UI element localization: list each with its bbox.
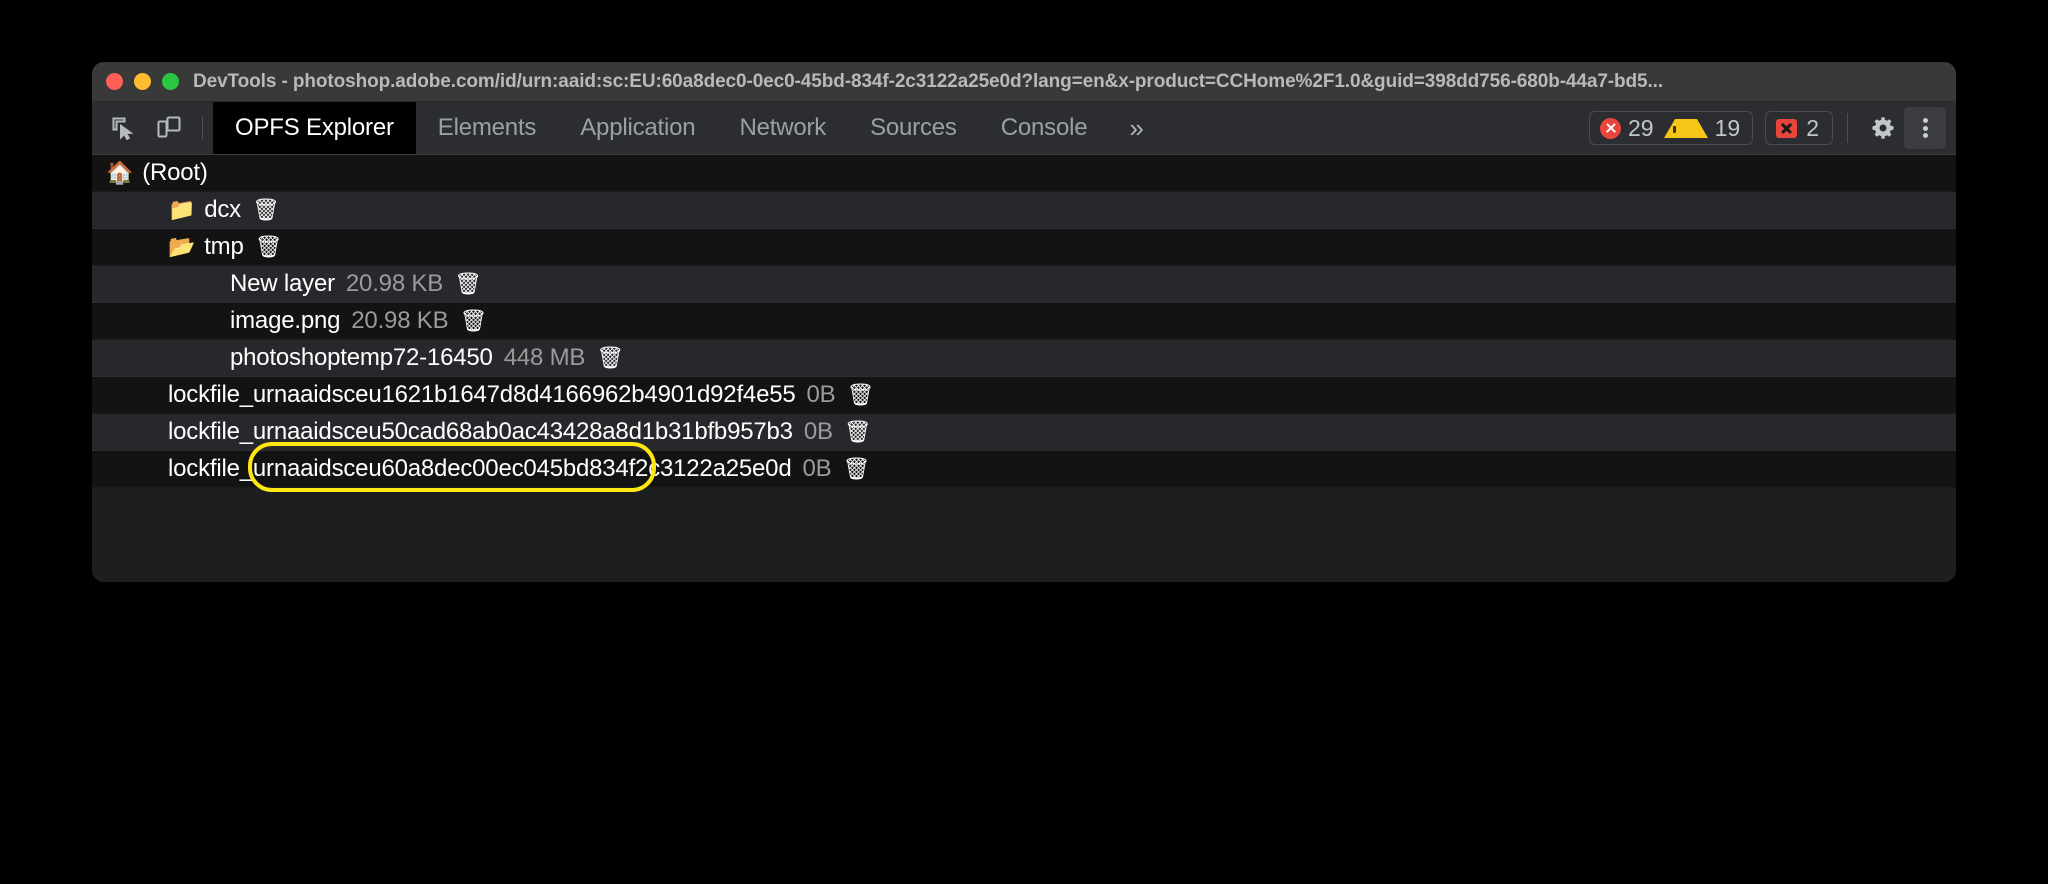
screenshot-stage: DevTools - photoshop.adobe.com/id/urn:aa… xyxy=(0,0,2048,884)
tab-application[interactable]: Application xyxy=(558,102,717,154)
warning-count: 19 xyxy=(1715,115,1741,142)
delete-icon[interactable]: 🗑 xyxy=(255,236,283,258)
devtools-window: DevTools - photoshop.adobe.com/id/urn:aa… xyxy=(92,62,1956,582)
maximize-window-button[interactable] xyxy=(162,73,179,90)
tree-row-name: image.png xyxy=(230,307,340,335)
traffic-lights xyxy=(106,73,179,90)
tab-console[interactable]: Console xyxy=(979,102,1110,154)
tab-elements[interactable]: Elements xyxy=(416,102,558,154)
kebab-dot-2 xyxy=(1923,126,1928,131)
tree-row-photoshoptemp[interactable]: photoshoptemp72-16450 448 MB 🗑 xyxy=(92,340,1956,377)
issues-square-icon xyxy=(1776,119,1797,138)
delete-icon[interactable]: 🗑 xyxy=(596,347,624,369)
delete-icon[interactable]: 🗑 xyxy=(846,384,874,406)
error-count: 29 xyxy=(1628,115,1654,142)
devtools-tabstrip: OPFS Explorer Elements Application Netwo… xyxy=(92,102,1956,155)
delete-icon[interactable]: 🗑 xyxy=(842,458,870,480)
tree-row-name: New layer xyxy=(230,270,335,298)
folder-open-icon: 📂 xyxy=(168,236,195,258)
inspect-element-icon[interactable] xyxy=(100,102,146,154)
tree-row-lockfile-1[interactable]: lockfile_urnaaidsceu1621b1647d8d4166962b… xyxy=(92,377,1956,414)
kebab-dot-1 xyxy=(1923,118,1928,123)
toolbar-divider-right xyxy=(1847,113,1848,143)
kebab-menu-icon[interactable] xyxy=(1904,107,1946,149)
tab-opfs-explorer[interactable]: OPFS Explorer xyxy=(213,102,416,154)
error-badge[interactable]: 29 xyxy=(1600,115,1654,142)
folder-icon: 📁 xyxy=(168,199,195,221)
tree-row-new-layer[interactable]: New layer 20.98 KB 🗑 xyxy=(92,266,1956,303)
issues-badge[interactable]: 2 xyxy=(1765,111,1833,145)
delete-icon[interactable]: 🗑 xyxy=(459,310,487,332)
tree-row-size: 20.98 KB xyxy=(346,270,443,298)
delete-icon[interactable]: 🗑 xyxy=(252,199,280,221)
tree-row-dcx[interactable]: 📁 dcx 🗑 xyxy=(92,192,1956,229)
issues-count: 2 xyxy=(1806,115,1819,142)
tree-row-name: lockfile_urnaaidsceu1621b1647d8d4166962b… xyxy=(168,381,796,409)
home-icon: 🏠 xyxy=(106,162,133,184)
tree-row-root[interactable]: 🏠 (Root) xyxy=(92,155,1956,192)
more-tabs-icon[interactable]: » xyxy=(1109,102,1163,154)
opfs-file-tree: 🏠 (Root) 📁 dcx 🗑 📂 tmp 🗑 New layer 20.98… xyxy=(92,155,1956,488)
gear-icon[interactable] xyxy=(1862,107,1904,149)
tabstrip-right-controls: 29 19 2 xyxy=(1589,102,1956,154)
tree-row-name: lockfile_urnaaidsceu60a8dec00ec045bd834f… xyxy=(168,455,791,483)
tab-sources[interactable]: Sources xyxy=(848,102,979,154)
tree-row-size: 0B xyxy=(807,381,836,409)
error-warning-badge-group[interactable]: 29 19 xyxy=(1589,111,1753,145)
minimize-window-button[interactable] xyxy=(134,73,151,90)
toolbar-divider xyxy=(202,116,203,140)
delete-icon[interactable]: 🗑 xyxy=(454,273,482,295)
window-titlebar: DevTools - photoshop.adobe.com/id/urn:aa… xyxy=(92,62,1956,102)
warning-triangle-icon xyxy=(1664,119,1708,138)
delete-icon[interactable]: 🗑 xyxy=(844,421,872,443)
tree-row-size: 448 MB xyxy=(504,344,586,372)
tree-row-lockfile-3[interactable]: lockfile_urnaaidsceu60a8dec00ec045bd834f… xyxy=(92,451,1956,488)
tree-row-image-png[interactable]: image.png 20.98 KB 🗑 xyxy=(92,303,1956,340)
tree-row-name: photoshoptemp72-16450 xyxy=(230,344,493,372)
window-title: DevTools - photoshop.adobe.com/id/urn:aa… xyxy=(193,71,1663,93)
opfs-explorer-panel: 🏠 (Root) 📁 dcx 🗑 📂 tmp 🗑 New layer 20.98… xyxy=(92,155,1956,582)
tree-row-name: dcx xyxy=(204,196,241,224)
tree-row-name: lockfile_urnaaidsceu50cad68ab0ac43428a8d… xyxy=(168,418,793,446)
tree-row-size: 0B xyxy=(804,418,833,446)
tree-row-tmp[interactable]: 📂 tmp 🗑 xyxy=(92,229,1956,266)
tree-row-lockfile-2[interactable]: lockfile_urnaaidsceu50cad68ab0ac43428a8d… xyxy=(92,414,1956,451)
tree-row-size: 0B xyxy=(802,455,831,483)
error-circle-icon xyxy=(1600,118,1621,139)
tree-row-name: tmp xyxy=(204,233,243,261)
kebab-dot-3 xyxy=(1923,133,1928,138)
warning-badge[interactable]: 19 xyxy=(1664,115,1741,142)
close-window-button[interactable] xyxy=(106,73,123,90)
tree-row-size: 20.98 KB xyxy=(351,307,448,335)
device-toolbar-icon[interactable] xyxy=(146,102,192,154)
tree-row-name: (Root) xyxy=(142,159,207,187)
tab-network[interactable]: Network xyxy=(717,102,848,154)
